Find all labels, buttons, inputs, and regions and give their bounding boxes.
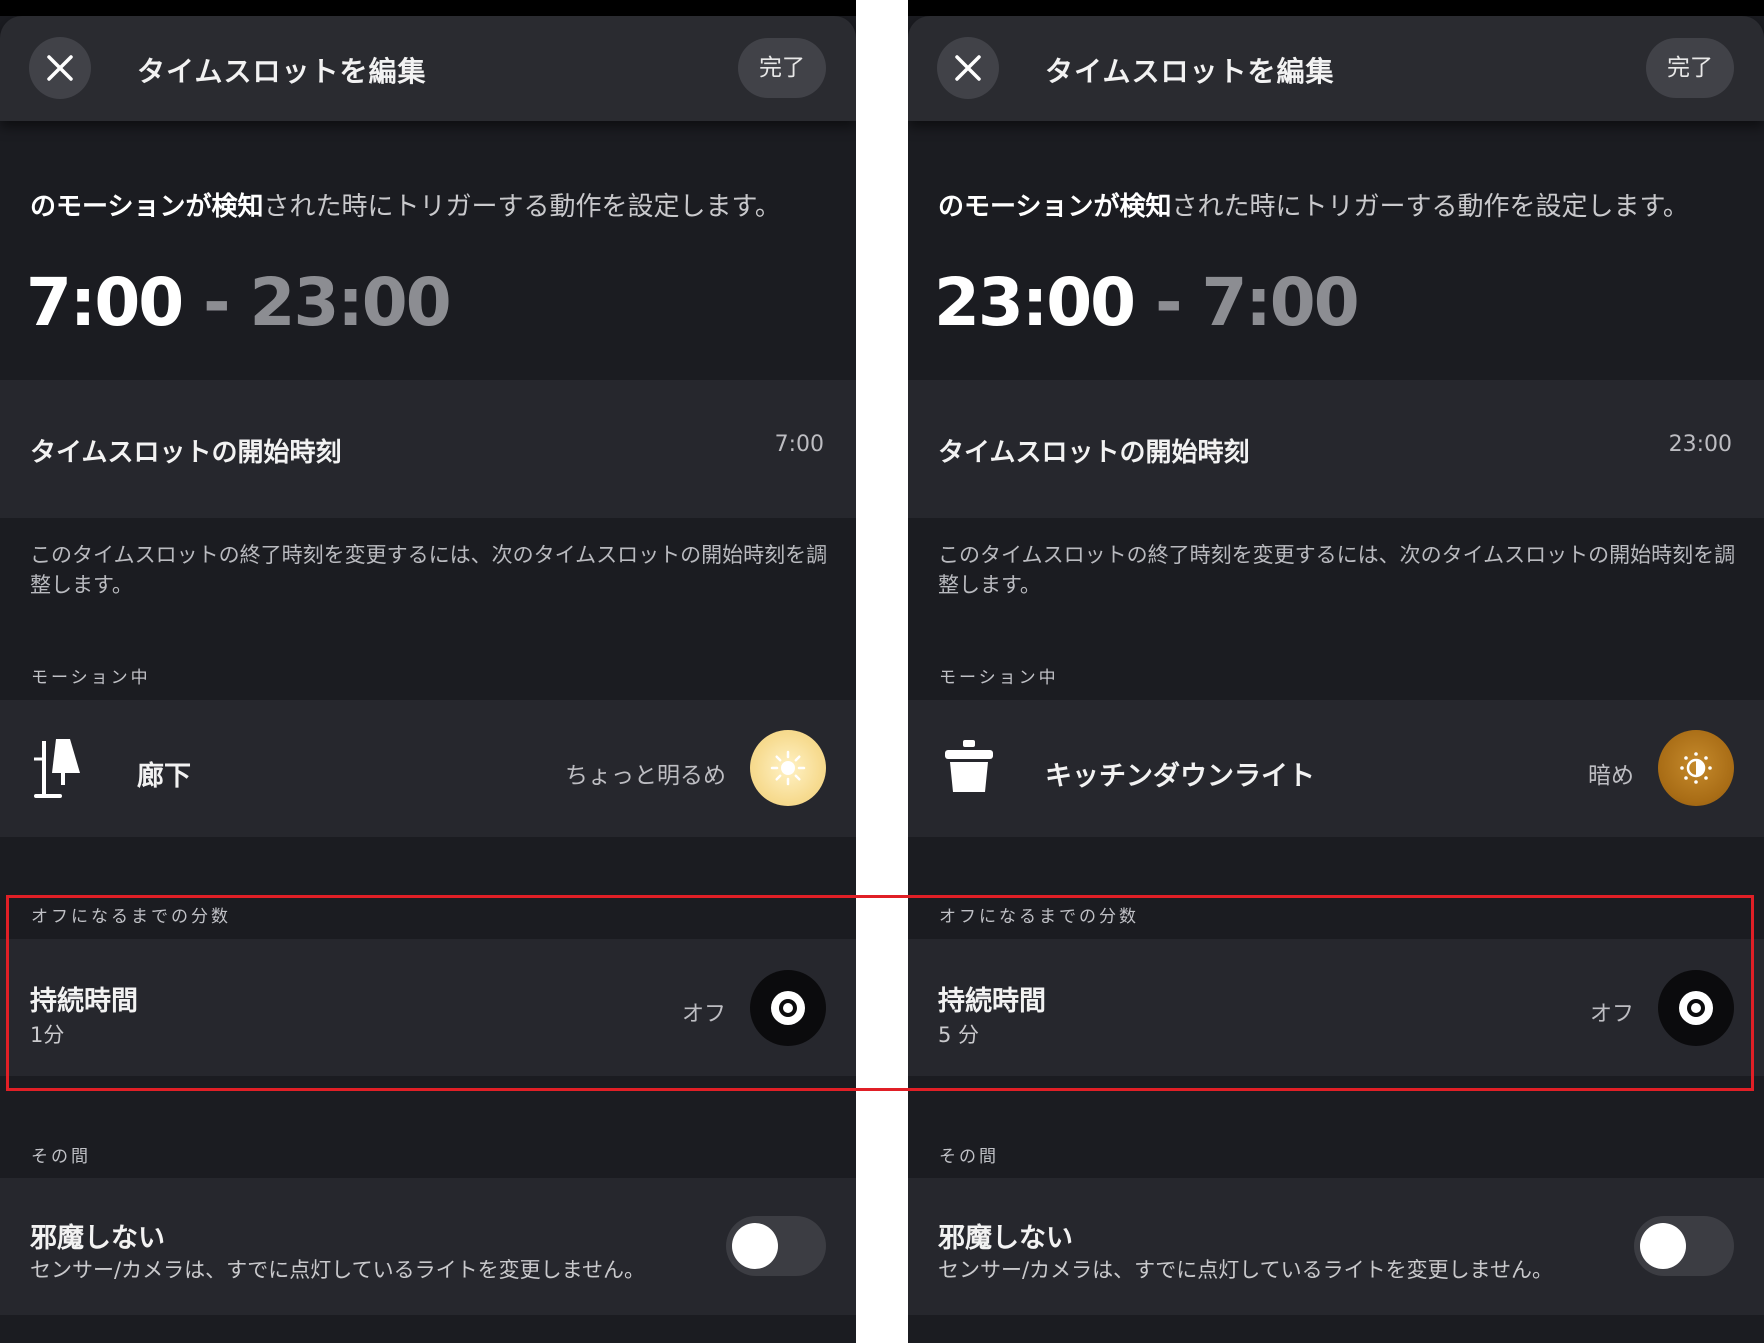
start-time-label: タイムスロットの開始時刻 (30, 438, 342, 468)
range-start: 23:00 (934, 264, 1136, 341)
done-button[interactable]: 完了 (1646, 38, 1734, 98)
duration-state: オフ (681, 1002, 726, 1027)
header: タイムスロットを編集 完了 (908, 16, 1764, 121)
close-icon (955, 55, 981, 81)
off-button[interactable] (1658, 970, 1734, 1046)
header: タイムスロットを編集 完了 (0, 16, 856, 121)
toggle-knob (732, 1223, 778, 1269)
brightness-button[interactable] (750, 730, 826, 806)
start-time-value: 23:00 (1668, 432, 1732, 457)
dnd-description: センサー/カメラは、すでに点灯しているライトを変更しません。 (30, 1258, 646, 1282)
intro-bold: のモーションが検知 (938, 192, 1172, 222)
do-not-disturb-row: 邪魔しない センサー/カメラは、すでに点灯しているライトを変更しません。 (0, 1178, 856, 1315)
status-strip (0, 0, 856, 16)
duration-value: 5 分 (938, 1023, 980, 1047)
meanwhile-section-label: その間 (939, 1147, 999, 1167)
light-row[interactable]: キッチンダウンライト 暗め (908, 700, 1764, 837)
light-name: キッチンダウンライト (1045, 761, 1315, 792)
sun-icon (770, 750, 806, 786)
off-section-label: オフになるまでの分数 (31, 907, 231, 927)
target-icon (771, 991, 805, 1025)
close-icon (47, 55, 73, 81)
meanwhile-section-label: その間 (31, 1147, 91, 1167)
page-title: タイムスロットを編集 (137, 55, 427, 88)
intro-rest: された時にトリガーする動作を設定します。 (263, 192, 781, 222)
range-end: 7:00 (1201, 264, 1359, 341)
range-start: 7:00 (26, 264, 184, 341)
motion-section-label: モーション中 (31, 668, 151, 688)
range-end: 23:00 (249, 264, 452, 341)
duration-title: 持続時間 (938, 986, 1046, 1017)
pot-light-icon (945, 740, 993, 792)
do-not-disturb-row: 邪魔しない センサー/カメラは、すでに点灯しているライトを変更しません。 (908, 1178, 1764, 1315)
light-name: 廊下 (137, 761, 191, 792)
time-range: 23:00 - 7:00 (934, 264, 1360, 341)
light-brightness-state: 暗め (1588, 763, 1634, 789)
time-range: 7:00 - 23:00 (26, 264, 452, 341)
dnd-title: 邪魔しない (30, 1223, 165, 1254)
intro-bold: のモーションが検知 (30, 192, 264, 222)
range-separator: - (1155, 264, 1182, 341)
off-section-label: オフになるまでの分数 (939, 907, 1139, 927)
intro-rest: された時にトリガーする動作を設定します。 (1171, 192, 1689, 222)
motion-section-label: モーション中 (939, 668, 1059, 688)
toggle-knob (1640, 1223, 1686, 1269)
dnd-description: センサー/カメラは、すでに点灯しているライトを変更しません。 (938, 1258, 1554, 1282)
done-button[interactable]: 完了 (738, 38, 826, 98)
helper-text: このタイムスロットの終了時刻を変更するには、次のタイムスロットの開始時刻を調整し… (938, 543, 1736, 597)
dnd-title: 邪魔しない (938, 1223, 1073, 1254)
range-separator: - (203, 264, 230, 341)
half-sun-icon (1680, 752, 1712, 784)
duration-title: 持続時間 (30, 986, 138, 1017)
duration-value: 1分 (30, 1023, 65, 1047)
right-panel: タイムスロットを編集 完了 のモーションが検知された時にトリガーする動作を設定し… (908, 0, 1764, 1343)
floor-lamp-icon (34, 739, 80, 798)
page-title: タイムスロットを編集 (1045, 55, 1335, 88)
dnd-toggle[interactable] (1634, 1216, 1734, 1276)
intro-text: のモーションが検知された時にトリガーする動作を設定します。 (938, 186, 1689, 223)
dnd-toggle[interactable] (726, 1216, 826, 1276)
duration-row[interactable]: 持続時間 5 分 オフ (908, 939, 1764, 1076)
left-panel: タイムスロットを編集 完了 のモーションが検知された時にトリガーする動作を設定し… (0, 0, 856, 1343)
start-time-row[interactable]: タイムスロットの開始時刻 7:00 (0, 380, 856, 518)
start-time-label: タイムスロットの開始時刻 (938, 438, 1250, 468)
intro-text: のモーションが検知された時にトリガーする動作を設定します。 (30, 186, 781, 223)
status-strip (908, 0, 1764, 16)
start-time-row[interactable]: タイムスロットの開始時刻 23:00 (908, 380, 1764, 518)
helper-text: このタイムスロットの終了時刻を変更するには、次のタイムスロットの開始時刻を調整し… (30, 543, 828, 597)
brightness-button[interactable] (1658, 730, 1734, 806)
close-button[interactable] (29, 37, 91, 99)
close-button[interactable] (937, 37, 999, 99)
target-icon (1679, 991, 1713, 1025)
start-time-value: 7:00 (774, 432, 824, 457)
light-row[interactable]: 廊下 ちょっと明るめ (0, 700, 856, 837)
light-brightness-state: ちょっと明るめ (565, 763, 726, 789)
duration-state: オフ (1589, 1002, 1634, 1027)
off-button[interactable] (750, 970, 826, 1046)
duration-row[interactable]: 持続時間 1分 オフ (0, 939, 856, 1076)
